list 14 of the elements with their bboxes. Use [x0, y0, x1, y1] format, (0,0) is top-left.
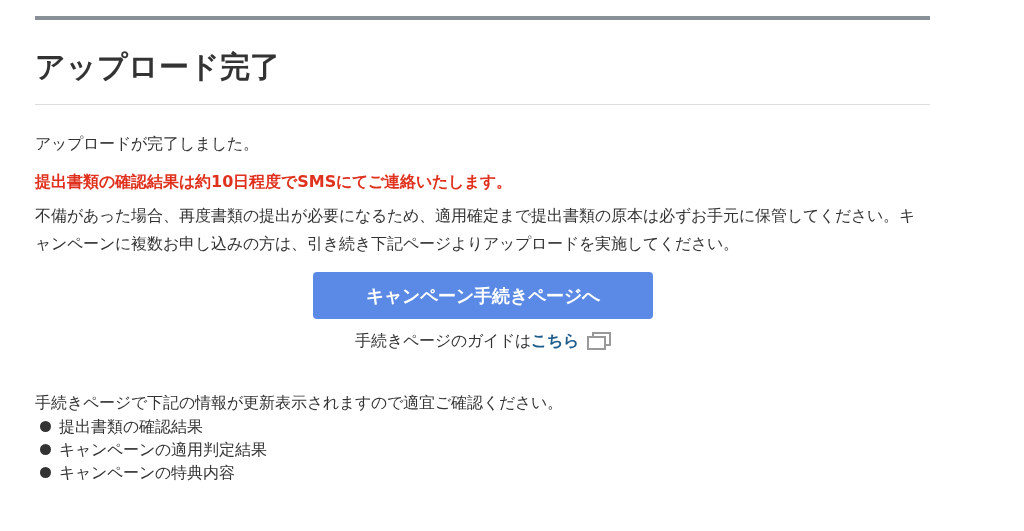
guide-text: 手続きページのガイドはこちら	[354, 330, 579, 352]
bullet-icon	[40, 467, 51, 478]
completion-message: アップロードが完了しました。	[35, 133, 259, 155]
info-item: キャンペーンの特典内容	[59, 462, 235, 484]
new-window-icon	[586, 332, 611, 350]
page-title: アップロード完了	[35, 48, 280, 86]
info-item: キャンペーンの適用判定結果	[59, 439, 267, 461]
guide-link[interactable]: こちら	[530, 331, 579, 350]
bullet-icon	[40, 421, 51, 432]
info-item: 提出書類の確認結果	[59, 416, 203, 438]
info-intro-text: 手続きページで下記の情報が更新表示されますので適宜ご確認ください。	[35, 392, 563, 414]
notice-text: 提出書類の確認結果は約10日程度でSMSにてご連絡いたします。	[35, 171, 513, 193]
description-text: 不備があった場合、再度書類の提出が必要になるため、適用確定まで提出書類の原本は必ずお手元に保管してください。キャンペーンに複数お申し込みの方は、引き続き下記ページよりアップロードを実施してください。	[35, 205, 916, 255]
bullet-icon	[40, 444, 51, 455]
